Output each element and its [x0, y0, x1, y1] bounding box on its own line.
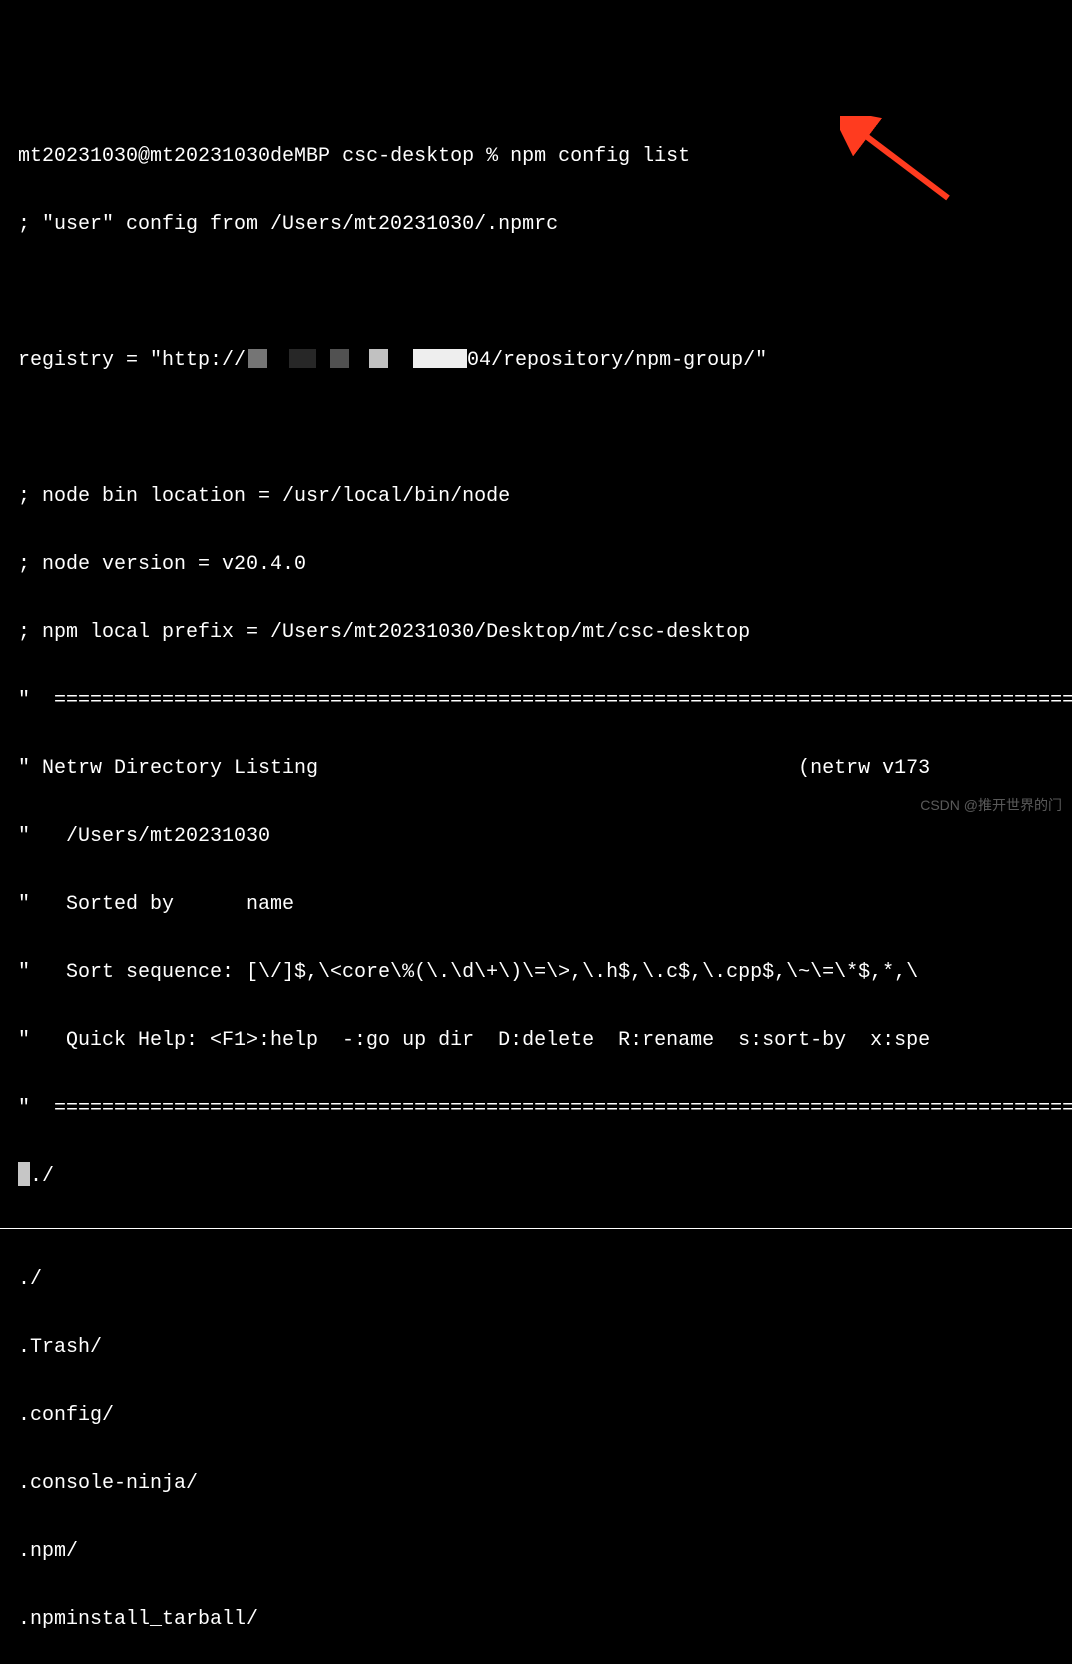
redacted-segment — [289, 349, 316, 368]
netrw-cwd: " /Users/mt20231030 — [18, 820, 1072, 854]
npm-local-prefix: ; npm local prefix = /Users/mt20231030/D… — [18, 616, 1072, 650]
netrw-divider-bottom: " ======================================… — [18, 1092, 1072, 1126]
netrw-divider-top: " ======================================… — [18, 684, 1072, 718]
list-item[interactable]: .config/ — [18, 1399, 1072, 1433]
prompt-symbol: % — [486, 145, 498, 168]
netrw-quick-help: " Quick Help: <F1>:help -:go up dir D:de… — [18, 1024, 1072, 1058]
prompt-command: npm config list — [510, 145, 690, 168]
window-split-divider — [0, 1228, 1072, 1229]
prompt-dir: csc-desktop — [342, 145, 474, 168]
netrw-title: " Netrw Directory Listing — [18, 757, 318, 780]
npm-registry-line: registry = "http:// 04/repository/npm-gro… — [18, 344, 1072, 378]
registry-suffix: 04/repository/npm-group/" — [467, 349, 767, 372]
list-item[interactable]: .npminstall_tarball/ — [18, 1603, 1072, 1637]
netrw-sorted-by: " Sorted by name — [18, 888, 1072, 922]
redacted-segment — [330, 349, 349, 368]
netrw-sort-sequence: " Sort sequence: [\/]$,\<core\%(\.\d\+\)… — [18, 956, 1072, 990]
blank-line — [18, 412, 1072, 446]
registry-prefix: registry = "http:// — [18, 349, 246, 372]
npm-node-version: ; node version = v20.4.0 — [18, 548, 1072, 582]
npm-user-config-header: ; "user" config from /Users/mt20231030/.… — [18, 208, 1072, 242]
watermark: CSDN @推开世界的门 — [920, 794, 1062, 818]
shell-prompt-line: mt20231030@mt20231030deMBP csc-desktop %… — [18, 140, 1072, 174]
npm-node-bin: ; node bin location = /usr/local/bin/nod… — [18, 480, 1072, 514]
row-spacer — [318, 757, 798, 780]
list-item[interactable]: .console-ninja/ — [18, 1467, 1072, 1501]
netrw-cursor-line[interactable]: ./ — [18, 1160, 1072, 1194]
redacted-segment — [248, 349, 267, 368]
netrw-cursor-entry: ./ — [30, 1165, 54, 1188]
netrw-title-row: " Netrw Directory Listing (netrw v173 — [18, 752, 1072, 786]
redacted-segment — [413, 349, 467, 368]
list-item[interactable]: .Trash/ — [18, 1331, 1072, 1365]
list-item[interactable]: .npm/ — [18, 1535, 1072, 1569]
blank-line — [18, 276, 1072, 310]
terminal-cursor — [18, 1162, 30, 1186]
prompt-user-host: mt20231030@mt20231030deMBP — [18, 145, 330, 168]
list-item[interactable]: ./ — [18, 1263, 1072, 1297]
netrw-version: (netrw v173 — [798, 757, 930, 780]
redacted-segment — [369, 349, 388, 368]
